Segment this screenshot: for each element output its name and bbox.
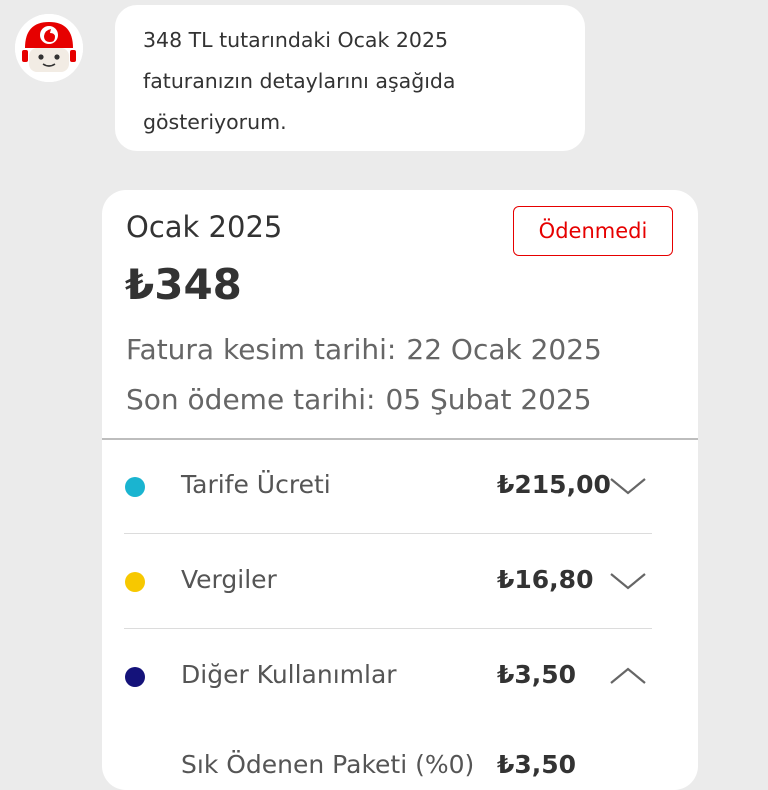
bill-item-value: ₺215,00 [497, 470, 611, 499]
issue-date-row: Fatura kesim tarihi: 22 Ocak 2025 [126, 333, 602, 366]
bill-item-label: Diğer Kullanımlar [181, 660, 397, 689]
assistant-message-text: 348 TL tutarındaki Ocak 2025 faturanızın… [143, 28, 456, 134]
row-separator [124, 533, 652, 534]
assistant-avatar [15, 14, 83, 82]
chevron-up-icon[interactable] [608, 663, 648, 689]
due-date-value: 05 Şubat 2025 [385, 383, 592, 416]
due-date-row: Son ödeme tarihi: 05 Şubat 2025 [126, 383, 592, 416]
bill-amount: ₺348 [125, 260, 242, 309]
legend-dot [125, 572, 145, 592]
row-separator [124, 628, 652, 629]
issue-date-value: 22 Ocak 2025 [406, 333, 602, 366]
vodafone-robot-icon [15, 14, 83, 82]
assistant-message-bubble: 348 TL tutarındaki Ocak 2025 faturanızın… [115, 5, 585, 151]
bill-item-label: Vergiler [181, 565, 277, 594]
bill-item-value: ₺16,80 [497, 565, 594, 594]
issue-date-label: Fatura kesim tarihi: [126, 333, 397, 366]
legend-dot [125, 667, 145, 687]
bill-item-other-usage[interactable]: Diğer Kullanımlar ₺3,50 [102, 630, 698, 724]
chevron-down-icon[interactable] [608, 473, 648, 499]
bill-item-taxes[interactable]: Vergiler ₺16,80 [102, 535, 698, 629]
legend-dot [125, 477, 145, 497]
bill-item-tariff[interactable]: Tarife Ücreti ₺215,00 [102, 440, 698, 534]
bill-item-label: Tarife Ücreti [181, 470, 331, 499]
sub-item-value: ₺3,50 [497, 750, 577, 779]
bill-period: Ocak 2025 [126, 210, 283, 244]
bill-card: Ocak 2025 Ödenmedi ₺348 Fatura kesim tar… [102, 190, 698, 790]
chevron-down-icon[interactable] [608, 568, 648, 594]
bill-item-value: ₺3,50 [497, 660, 577, 689]
status-badge: Ödenmedi [513, 206, 673, 256]
sub-item-label: Sık Ödenen Paketi (%0) [181, 750, 475, 779]
due-date-label: Son ödeme tarihi: [126, 383, 376, 416]
